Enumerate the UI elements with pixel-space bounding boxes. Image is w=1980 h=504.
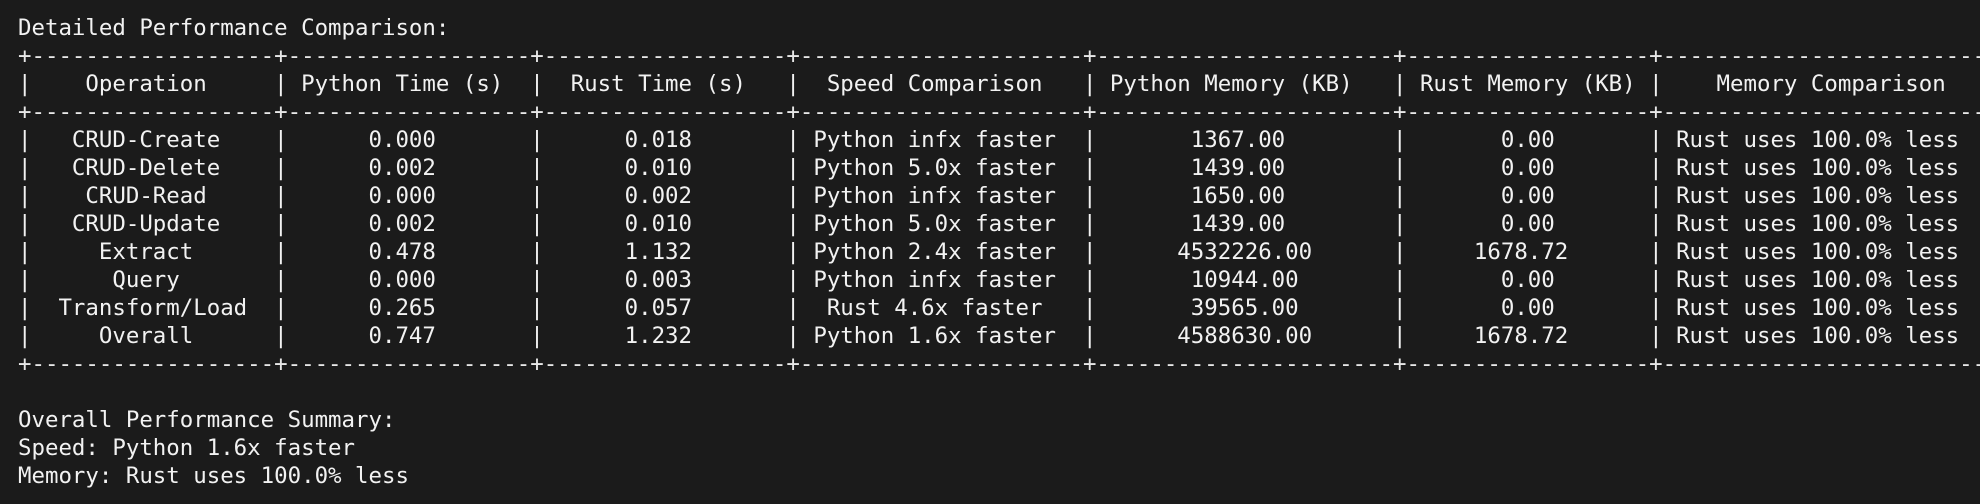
terminal-output: Detailed Performance Comparison: +------… bbox=[18, 14, 1980, 494]
table-row: | Overall | 0.747 | 1.232 | Python 1.6x … bbox=[18, 323, 1980, 349]
table-border-bottom: +------------------+------------------+-… bbox=[18, 351, 1980, 377]
table-row: | CRUD-Update | 0.002 | 0.010 | Python 5… bbox=[18, 211, 1980, 237]
summary-speed: Speed: Python 1.6x faster bbox=[18, 435, 356, 461]
table-border-top: +------------------+------------------+-… bbox=[18, 43, 1980, 69]
table-header-separator: +------------------+------------------+-… bbox=[18, 99, 1980, 125]
summary-heading: Overall Performance Summary: bbox=[18, 407, 396, 433]
table-row: | Extract | 0.478 | 1.132 | Python 2.4x … bbox=[18, 239, 1980, 265]
performance-table: +------------------+------------------+-… bbox=[18, 42, 1980, 378]
table-row: | Query | 0.000 | 0.003 | Python infx fa… bbox=[18, 267, 1980, 293]
table-header-row: | Operation | Python Time (s) | Rust Tim… bbox=[18, 71, 1980, 97]
table-row: | Transform/Load | 0.265 | 0.057 | Rust … bbox=[18, 295, 1980, 321]
summary-memory: Memory: Rust uses 100.0% less bbox=[18, 463, 409, 489]
table-row: | CRUD-Read | 0.000 | 0.002 | Python inf… bbox=[18, 183, 1980, 209]
table-row: | CRUD-Delete | 0.002 | 0.010 | Python 5… bbox=[18, 155, 1980, 181]
table-title: Detailed Performance Comparison: bbox=[18, 15, 450, 41]
table-row: | CRUD-Create | 0.000 | 0.018 | Python i… bbox=[18, 127, 1980, 153]
